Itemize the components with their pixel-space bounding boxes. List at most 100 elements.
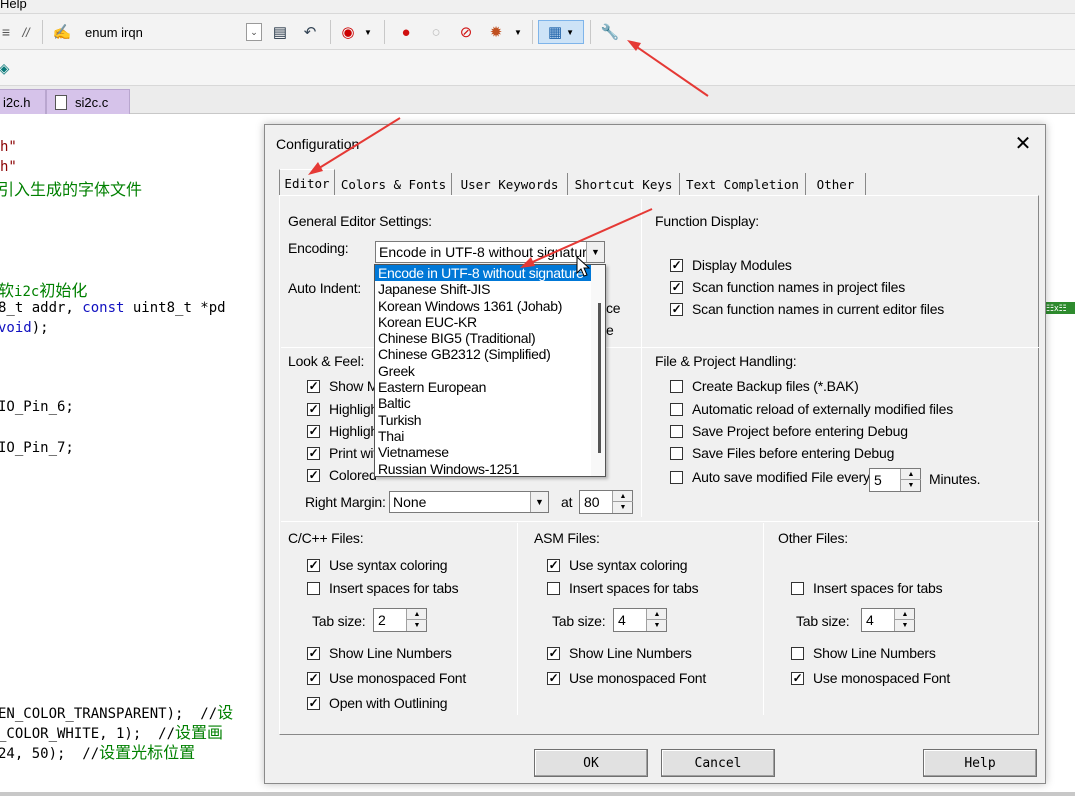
spin-down-icon[interactable]: ▼: [901, 480, 921, 491]
cpp-syntax-checkbox[interactable]: Use syntax coloring: [307, 557, 448, 573]
tab-si2c-c[interactable]: si2c.c: [46, 89, 130, 114]
asm-line-numbers-checkbox[interactable]: Show Line Numbers: [547, 645, 692, 661]
checkbox[interactable]: [547, 646, 560, 660]
find-combo[interactable]: enum irqn ⌄: [76, 19, 262, 45]
save-project-debug-checkbox[interactable]: Save Project before entering Debug: [670, 423, 908, 439]
other-tab-size-spinner[interactable]: 4 ▲ ▼: [861, 608, 915, 632]
cpp-line-numbers-checkbox[interactable]: Show Line Numbers: [307, 645, 452, 661]
checkbox[interactable]: [791, 671, 804, 685]
ok-button[interactable]: OK: [534, 749, 648, 777]
checkbox[interactable]: [670, 446, 683, 460]
spin-up-icon[interactable]: ▲: [407, 609, 427, 620]
breakpoint-disable-icon[interactable]: ○: [424, 20, 448, 44]
dropdown-option[interactable]: Russian Windows-1251: [375, 461, 605, 476]
checkbox[interactable]: [307, 696, 320, 710]
checkbox[interactable]: [547, 671, 560, 685]
chevron-down-icon[interactable]: ▼: [362, 20, 374, 44]
spin-down-icon[interactable]: ▼: [407, 620, 427, 631]
dropdown-option[interactable]: Greek: [375, 363, 605, 379]
print-with-syntax-checkbox[interactable]: Print wit: [307, 445, 377, 461]
indent-icon[interactable]: ≡: [0, 20, 12, 44]
spin-up-icon[interactable]: ▲: [901, 469, 921, 480]
breakpoint-kill-all-icon[interactable]: ✹: [484, 20, 508, 44]
breakpoint-insert-icon[interactable]: ●: [394, 20, 418, 44]
asm-tab-size-spinner[interactable]: 4 ▲ ▼: [613, 608, 667, 632]
spin-down-icon[interactable]: ▼: [613, 502, 633, 513]
chevron-down-icon[interactable]: ⌄: [246, 23, 262, 41]
incremental-find-icon[interactable]: ↶: [298, 20, 322, 44]
checkbox[interactable]: [307, 468, 320, 482]
asm-spaces-checkbox[interactable]: Insert spaces for tabs: [547, 580, 699, 596]
spin-up-icon[interactable]: ▲: [895, 609, 915, 620]
chevron-down-icon[interactable]: ▼: [512, 20, 524, 44]
save-files-debug-checkbox[interactable]: Save Files before entering Debug: [670, 445, 894, 461]
tab-shortcut-keys[interactable]: Shortcut Keys: [568, 173, 680, 195]
checkbox[interactable]: [670, 402, 683, 416]
checkbox[interactable]: [791, 581, 804, 595]
cpp-outlining-checkbox[interactable]: Open with Outlining: [307, 695, 448, 711]
checkbox[interactable]: [307, 671, 320, 685]
encoding-select[interactable]: Encode in UTF-8 without signature ▼: [375, 241, 605, 263]
auto-save-spinner[interactable]: 5 ▲ ▼: [869, 468, 921, 492]
checkbox[interactable]: [307, 558, 320, 572]
other-monospaced-checkbox[interactable]: Use monospaced Font: [791, 670, 950, 686]
window-layout-button[interactable]: ▦ ▼: [538, 20, 584, 44]
project-icon[interactable]: ◈: [0, 56, 12, 80]
dropdown-option[interactable]: Thai: [375, 428, 605, 444]
auto-save-checkbox[interactable]: Auto save modified File every: [670, 469, 870, 485]
find-in-files-icon[interactable]: ✍: [50, 20, 74, 44]
checkbox[interactable]: [307, 402, 320, 416]
dropdown-option[interactable]: Eastern European: [375, 379, 605, 395]
other-line-numbers-checkbox[interactable]: Show Line Numbers: [791, 645, 936, 661]
checkbox[interactable]: [670, 302, 683, 316]
checkbox[interactable]: [791, 646, 804, 660]
scrollbar-thumb[interactable]: [598, 303, 601, 453]
scan-editor-files-checkbox[interactable]: Scan function names in current editor fi…: [670, 301, 944, 317]
show-messages-checkbox[interactable]: Show M: [307, 378, 379, 394]
help-button[interactable]: Help: [923, 749, 1037, 777]
create-backup-checkbox[interactable]: Create Backup files (*.BAK): [670, 378, 859, 394]
spin-up-icon[interactable]: ▲: [647, 609, 667, 620]
asm-syntax-checkbox[interactable]: Use syntax coloring: [547, 557, 688, 573]
spin-up-icon[interactable]: ▲: [613, 491, 633, 502]
checkbox[interactable]: [307, 379, 320, 393]
tab-editor[interactable]: Editor: [279, 169, 335, 196]
right-margin-spinner[interactable]: 80 ▲ ▼: [579, 490, 633, 514]
cpp-spaces-checkbox[interactable]: Insert spaces for tabs: [307, 580, 459, 596]
asm-monospaced-checkbox[interactable]: Use monospaced Font: [547, 670, 706, 686]
tab-other[interactable]: Other: [806, 173, 866, 195]
checkbox[interactable]: [547, 581, 560, 595]
display-modules-checkbox[interactable]: Display Modules: [670, 257, 792, 273]
dropdown-option[interactable]: Encode in UTF-8 without signature: [375, 265, 605, 282]
chevron-down-icon[interactable]: ▼: [530, 492, 548, 512]
configuration-wrench-icon[interactable]: 🔧: [598, 20, 622, 44]
dropdown-option[interactable]: Japanese Shift-JIS: [375, 281, 605, 297]
cpp-tab-size-spinner[interactable]: 2 ▲ ▼: [373, 608, 427, 632]
highlight-braces-checkbox[interactable]: Highligh: [307, 423, 378, 439]
dropdown-option[interactable]: Turkish: [375, 412, 605, 428]
checkbox[interactable]: [547, 558, 560, 572]
spin-down-icon[interactable]: ▼: [895, 620, 915, 631]
dropdown-option[interactable]: Chinese BIG5 (Traditional): [375, 330, 605, 346]
find-icon[interactable]: ▤: [268, 20, 292, 44]
checkbox[interactable]: [670, 470, 683, 484]
dropdown-option[interactable]: Korean EUC-KR: [375, 314, 605, 330]
auto-reload-checkbox[interactable]: Automatic reload of externally modified …: [670, 401, 953, 417]
close-icon[interactable]: ✕: [1011, 133, 1035, 157]
spin-down-icon[interactable]: ▼: [647, 620, 667, 631]
cancel-button[interactable]: Cancel: [661, 749, 775, 777]
dropdown-scrollbar[interactable]: [591, 265, 605, 476]
highlight-cursor-checkbox[interactable]: Highligh: [307, 401, 378, 417]
comment-icon[interactable]: //: [14, 20, 38, 44]
tab-text-completion[interactable]: Text Completion: [680, 173, 806, 195]
other-spaces-checkbox[interactable]: Insert spaces for tabs: [791, 580, 943, 596]
checkbox[interactable]: [307, 424, 320, 438]
dropdown-option[interactable]: Vietnamese: [375, 444, 605, 460]
checkbox[interactable]: [670, 280, 683, 294]
colored-editor-tabs-checkbox[interactable]: Colored: [307, 467, 377, 483]
chevron-down-icon[interactable]: ▼: [586, 242, 604, 262]
checkbox[interactable]: [307, 646, 320, 660]
tab-i2c-h[interactable]: i2c.h: [0, 89, 46, 114]
browse-icon[interactable]: ◉: [336, 20, 360, 44]
checkbox[interactable]: [307, 446, 320, 460]
